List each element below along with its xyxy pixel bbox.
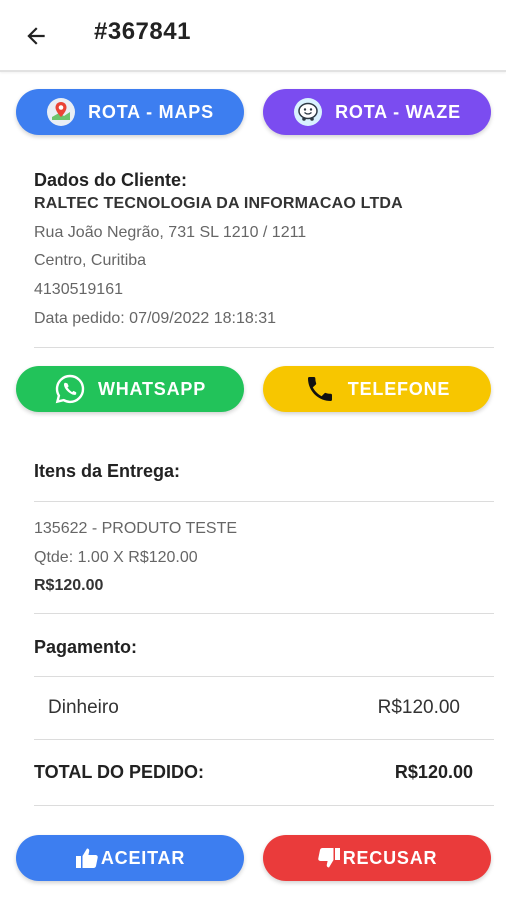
payment-method: Dinheiro: [48, 697, 119, 718]
thumbs-down-icon: [317, 847, 341, 869]
accept-label: ACEITAR: [100, 847, 186, 868]
route-waze-button[interactable]: ROTA - WAZE: [263, 89, 491, 135]
back-button[interactable]: [20, 20, 52, 52]
divider: [34, 739, 494, 740]
payment-heading: Pagamento:: [34, 637, 138, 657]
client-district: Centro, Curitiba: [34, 252, 147, 269]
divider: [34, 676, 494, 677]
item-product: 135622 - PRODUTO TESTE: [34, 520, 238, 537]
maps-pin-icon: [46, 97, 76, 127]
item-subtotal: R$120.00: [34, 577, 104, 594]
route-waze-label: ROTA - WAZE: [335, 101, 461, 122]
phone-icon: [304, 373, 336, 405]
app-bar: #367841: [0, 0, 506, 72]
thumbs-up-icon: [75, 847, 99, 869]
waze-icon: [293, 97, 323, 127]
telefone-label: TELEFONE: [347, 378, 451, 399]
client-heading: Dados do Cliente:: [34, 170, 188, 190]
payment-value: R$120.00: [377, 697, 460, 718]
client-phone: 4130519161: [34, 281, 123, 298]
divider: [34, 347, 494, 348]
items-heading: Itens da Entrega:: [34, 461, 181, 481]
whatsapp-label: WHATSAPP: [97, 378, 207, 399]
reject-label: RECUSAR: [342, 847, 438, 868]
total-label: TOTAL DO PEDIDO:: [34, 762, 205, 782]
route-maps-label: ROTA - MAPS: [88, 101, 214, 122]
telefone-button[interactable]: TELEFONE: [263, 366, 491, 412]
divider: [34, 613, 494, 614]
route-maps-button[interactable]: ROTA - MAPS: [16, 89, 244, 135]
reject-button[interactable]: RECUSAR: [263, 835, 491, 881]
accept-button[interactable]: ACEITAR: [16, 835, 244, 881]
divider: [34, 501, 494, 502]
order-date: Data pedido: 07/09/2022 18:18:31: [34, 310, 276, 327]
client-address: Rua João Negrão, 731 SL 1210 / 1211: [34, 224, 307, 241]
total-value: R$120.00: [394, 762, 473, 782]
whatsapp-icon: [54, 373, 86, 405]
whatsapp-button[interactable]: WHATSAPP: [16, 366, 244, 412]
order-title: #367841: [94, 18, 191, 45]
divider: [34, 805, 494, 806]
arrow-left-icon: [27, 27, 45, 45]
client-name: RALTEC TECNOLOGIA DA INFORMACAO LTDA: [34, 195, 403, 212]
item-quantity: Qtde: 1.00 X R$120.00: [34, 549, 198, 566]
